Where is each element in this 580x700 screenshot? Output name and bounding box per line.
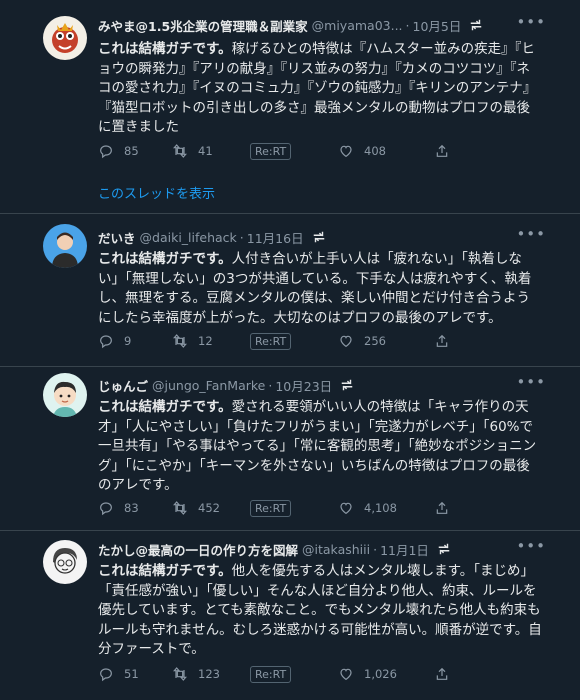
handle[interactable]: @itakashiii bbox=[302, 542, 370, 557]
tweet-3[interactable]: じゅんご @jungo_FanMarke · 10月23日 ••• これは結構ガ… bbox=[0, 366, 580, 531]
rert-label: Re:RT bbox=[250, 332, 292, 350]
tweet-text-bold: これは結構ガチです。 bbox=[98, 399, 232, 415]
like-icon bbox=[340, 145, 352, 158]
tweet-header: じゅんご @jungo_FanMarke · 10月23日 bbox=[98, 375, 520, 395]
reply-count: 83 bbox=[124, 501, 139, 515]
timestamp[interactable]: 10月5日 bbox=[413, 16, 462, 35]
tweet-header: だいき @daiki_lifehack · 11月16日 bbox=[98, 227, 520, 247]
retweet-icon bbox=[173, 501, 187, 515]
reply-count: 85 bbox=[124, 144, 139, 158]
more-icon[interactable]: ••• bbox=[516, 537, 546, 555]
rert-button[interactable]: Re:RT bbox=[250, 332, 338, 350]
handle[interactable]: @jungo_FanMarke bbox=[152, 378, 265, 393]
promote-icon[interactable] bbox=[340, 378, 354, 392]
promote-icon[interactable] bbox=[437, 542, 451, 556]
retweet-button[interactable]: 41 bbox=[172, 143, 250, 159]
avatar[interactable] bbox=[43, 16, 87, 60]
tweet-text: これは結構ガチです。愛される要領がいい人の特徴は「キャラ作りの天才」「人にやさし… bbox=[98, 398, 542, 496]
handle[interactable]: @daiki_lifehack bbox=[140, 230, 237, 245]
separator-dot: · bbox=[373, 541, 378, 557]
reply-button[interactable]: 83 bbox=[98, 500, 172, 516]
retweet-button[interactable]: 452 bbox=[172, 500, 250, 516]
like-count: 4,108 bbox=[364, 501, 397, 515]
more-icon[interactable]: ••• bbox=[516, 13, 546, 31]
tweet-actions: 85 41 Re:RT 408 bbox=[98, 141, 498, 161]
avatar[interactable] bbox=[43, 224, 87, 268]
tweet-header: みやま@1.5兆企業の管理職＆副業家 @miyama03... · 10月5日 bbox=[98, 15, 520, 35]
reply-count: 51 bbox=[124, 667, 139, 681]
display-name[interactable]: だいき bbox=[98, 228, 136, 247]
promote-icon[interactable] bbox=[469, 18, 483, 32]
like-count: 256 bbox=[364, 334, 386, 348]
tweet-actions: 9 12 Re:RT 256 bbox=[98, 331, 498, 351]
tweet-actions: 51 123 Re:RT 1,026 bbox=[98, 664, 498, 684]
retweet-button[interactable]: 12 bbox=[172, 333, 250, 349]
reply-icon bbox=[100, 502, 112, 516]
share-button[interactable] bbox=[434, 143, 450, 159]
like-icon bbox=[340, 502, 352, 515]
handle[interactable]: @miyama03... bbox=[312, 18, 403, 33]
tweet-text-bold: これは結構ガチです。 bbox=[98, 251, 232, 267]
avatar[interactable] bbox=[43, 373, 87, 417]
retweet-count: 12 bbox=[198, 334, 213, 348]
share-icon bbox=[436, 334, 448, 347]
like-count: 1,026 bbox=[364, 667, 397, 681]
retweet-count: 452 bbox=[198, 501, 220, 515]
more-icon[interactable]: ••• bbox=[516, 225, 546, 243]
reply-button[interactable]: 85 bbox=[98, 143, 172, 159]
tweet-header: たかし@最高の一日の作り方を図解 @itakashiii · 11月1日 bbox=[98, 539, 520, 559]
display-name[interactable]: みやま@1.5兆企業の管理職＆副業家 bbox=[98, 16, 308, 35]
tweet-text-bold: これは結構ガチです。 bbox=[98, 41, 232, 57]
reply-icon bbox=[100, 335, 112, 349]
tweet-text: これは結構ガチです。人付き合いが上手い人は「疲れない」「執着しない」「無理しない… bbox=[98, 250, 542, 328]
like-button[interactable]: 408 bbox=[338, 143, 434, 159]
retweet-count: 123 bbox=[198, 667, 220, 681]
share-icon bbox=[436, 501, 448, 514]
reply-icon bbox=[100, 145, 112, 159]
more-icon[interactable]: ••• bbox=[516, 373, 546, 391]
like-icon bbox=[340, 335, 352, 348]
reply-count: 9 bbox=[124, 334, 132, 348]
tweet-4[interactable]: たかし@最高の一日の作り方を図解 @itakashiii · 11月1日 •••… bbox=[0, 530, 580, 700]
separator-dot: · bbox=[405, 17, 410, 33]
rert-label: Re:RT bbox=[250, 142, 292, 160]
rert-label: Re:RT bbox=[250, 499, 292, 517]
timestamp[interactable]: 11月16日 bbox=[247, 228, 304, 247]
promote-icon[interactable] bbox=[312, 230, 326, 244]
share-icon bbox=[436, 144, 448, 157]
tweet-text-bold: これは結構ガチです。 bbox=[98, 563, 232, 579]
separator-dot: · bbox=[239, 229, 244, 245]
display-name[interactable]: たかし@最高の一日の作り方を図解 bbox=[98, 540, 298, 559]
like-count: 408 bbox=[364, 144, 386, 158]
like-button[interactable]: 4,108 bbox=[338, 500, 434, 516]
rert-button[interactable]: Re:RT bbox=[250, 499, 338, 517]
avatar[interactable] bbox=[43, 540, 87, 584]
reply-button[interactable]: 9 bbox=[98, 333, 172, 349]
timestamp[interactable]: 11月1日 bbox=[380, 540, 429, 559]
tweet-text: これは結構ガチです。他人を優先する人はメンタル壊します。「まじめ」「責任感が強い… bbox=[98, 562, 542, 660]
tweet-1[interactable]: みやま@1.5兆企業の管理職＆副業家 @miyama03... · 10月5日 … bbox=[0, 0, 580, 214]
retweet-icon bbox=[173, 144, 187, 158]
rert-button[interactable]: Re:RT bbox=[250, 142, 338, 160]
retweet-icon bbox=[173, 334, 187, 348]
show-thread-link[interactable]: このスレッドを表示 bbox=[98, 183, 215, 202]
like-button[interactable]: 256 bbox=[338, 333, 434, 349]
tweet-text: これは結構ガチです。稼げるひとの特徴は『ハムスター並みの疾走』『ヒョウの瞬発力』… bbox=[98, 40, 542, 138]
display-name[interactable]: じゅんご bbox=[98, 376, 148, 395]
tweet-feed: みやま@1.5兆企業の管理職＆副業家 @miyama03... · 10月5日 … bbox=[0, 0, 580, 683]
retweet-count: 41 bbox=[198, 144, 213, 158]
separator-dot: · bbox=[268, 377, 273, 393]
share-button[interactable] bbox=[434, 500, 450, 516]
timestamp[interactable]: 10月23日 bbox=[275, 376, 332, 395]
tweet-actions: 83 452 Re:RT 4,108 bbox=[98, 498, 498, 518]
tweet-2[interactable]: だいき @daiki_lifehack · 11月16日 ••• これは結構ガチ… bbox=[0, 213, 580, 367]
share-button[interactable] bbox=[434, 333, 450, 349]
